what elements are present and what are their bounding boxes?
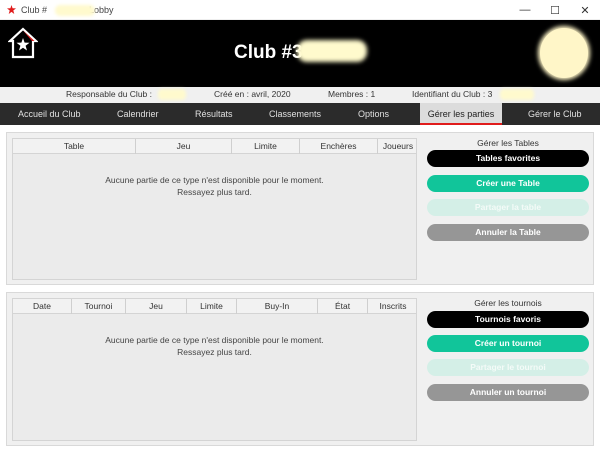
club-nav-tabs: Accueil du Club Calendrier Résultats Cla…	[0, 103, 600, 125]
cancel-tournament-button[interactable]: Annuler un tournoi	[427, 384, 589, 401]
tournaments-list[interactable]: Date Tournoi Jeu Limite Buy-In État Insc…	[12, 298, 417, 441]
manage-tournaments-title: Gérer les tournois	[474, 298, 542, 308]
column-header-status[interactable]: État	[318, 299, 368, 314]
redaction-mark	[297, 40, 367, 62]
club-members-count: Membres : 1	[328, 89, 376, 99]
tab-manage-games-label: Gérer les parties	[427, 109, 495, 119]
tab-rankings[interactable]: Classements	[269, 103, 321, 125]
share-tournament-button[interactable]: Partager le tournoi	[427, 359, 589, 376]
tab-manage-games[interactable]: Gérer les parties	[420, 103, 502, 125]
window-title-bar: Club # Lobby — ☐ ✕	[0, 0, 600, 20]
club-avatar[interactable]	[540, 28, 588, 78]
column-header-game[interactable]: Jeu	[126, 299, 187, 314]
window-title: Club # Lobby	[21, 4, 114, 16]
active-tab-indicator	[420, 123, 502, 125]
window-title-prefix: Club #	[21, 4, 48, 15]
pokerstars-logo-icon	[7, 5, 16, 14]
tournaments-empty-message: Aucune partie de ce type n'est disponibl…	[105, 335, 324, 345]
tables-empty-message: Aucune partie de ce type n'est disponibl…	[105, 175, 324, 185]
tournaments-empty-retry: Ressayez plus tard.	[177, 347, 252, 357]
create-tournament-button[interactable]: Créer un tournoi	[427, 335, 589, 352]
column-header-tournament[interactable]: Tournoi	[72, 299, 126, 314]
create-table-button[interactable]: Créer une Table	[427, 175, 589, 192]
redaction-mark	[500, 89, 534, 100]
column-header-limit[interactable]: Limite	[187, 299, 237, 314]
tab-options[interactable]: Options	[358, 103, 389, 125]
column-header-buy-in[interactable]: Buy-In	[237, 299, 318, 314]
maximize-button[interactable]: ☐	[540, 0, 570, 20]
club-house-logo-icon	[8, 27, 38, 59]
tables-list[interactable]: Table Jeu Limite Enchères Joueurs Aucune…	[12, 138, 417, 280]
manage-tables-title: Gérer les Tables	[477, 138, 539, 148]
club-title: Club #3	[234, 42, 303, 63]
cancel-table-button[interactable]: Annuler la Table	[427, 224, 589, 241]
favorite-tournaments-button[interactable]: Tournois favoris	[427, 311, 589, 328]
tables-panel: Table Jeu Limite Enchères Joueurs Aucune…	[6, 132, 594, 285]
club-header: Club #3	[0, 20, 600, 87]
column-header-date[interactable]: Date	[13, 299, 72, 314]
tab-manage-club[interactable]: Gérer le Club	[528, 103, 582, 125]
redaction-mark	[55, 4, 95, 16]
tables-empty-retry: Ressayez plus tard.	[177, 187, 252, 197]
redaction-mark	[158, 89, 186, 100]
tab-results[interactable]: Résultats	[195, 103, 233, 125]
club-manager-label: Responsable du Club :	[66, 89, 153, 99]
club-created-date: Créé en : avril, 2020	[214, 89, 291, 99]
share-table-button[interactable]: Partager la table	[427, 199, 589, 216]
column-header-game[interactable]: Jeu	[136, 139, 232, 154]
club-id-label: Identifiant du Club : 3	[412, 89, 493, 99]
tournaments-header-row: Date Tournoi Jeu Limite Buy-In État Insc…	[13, 299, 416, 314]
favorite-tables-button[interactable]: Tables favorites	[427, 150, 589, 167]
column-header-registered[interactable]: Inscrits	[368, 299, 418, 314]
column-header-players[interactable]: Joueurs	[378, 139, 418, 154]
tab-calendar[interactable]: Calendrier	[117, 103, 159, 125]
tab-club-home[interactable]: Accueil du Club	[18, 103, 81, 125]
tournaments-panel: Date Tournoi Jeu Limite Buy-In État Insc…	[6, 292, 594, 446]
close-button[interactable]: ✕	[570, 0, 600, 20]
column-header-table[interactable]: Table	[13, 139, 136, 154]
column-header-limit[interactable]: Limite	[232, 139, 300, 154]
column-header-bets[interactable]: Enchères	[300, 139, 378, 154]
tables-header-row: Table Jeu Limite Enchères Joueurs	[13, 139, 416, 154]
minimize-button[interactable]: —	[510, 0, 540, 20]
club-info-bar: Responsable du Club : Créé en : avril, 2…	[0, 87, 600, 103]
